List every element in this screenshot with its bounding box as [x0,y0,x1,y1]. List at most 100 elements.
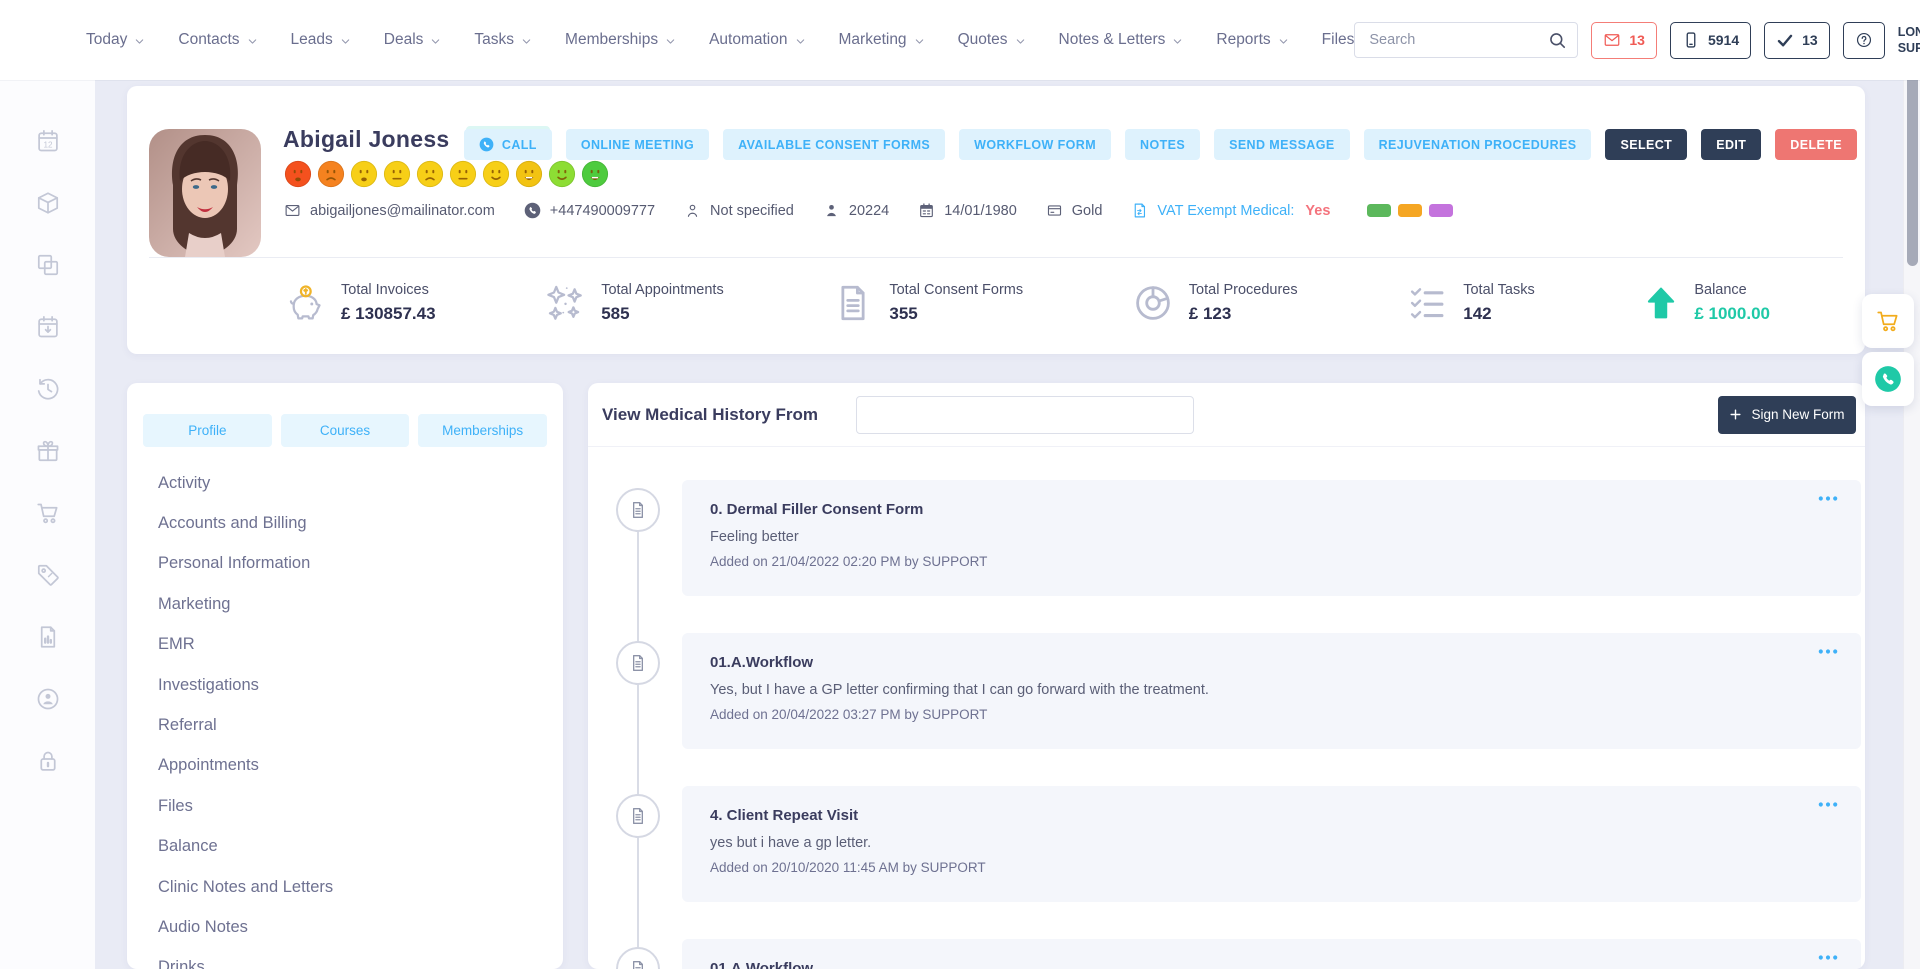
label-chip[interactable] [1429,204,1453,217]
calendar-date-icon[interactable]: 12 [35,128,61,154]
field-value: abigailjones@mailinator.com [310,203,495,219]
menu-item-referral[interactable]: Referral [158,705,553,745]
menu-item-clinic-notes-and-letters[interactable]: Clinic Notes and Letters [158,867,553,907]
nav-item-files[interactable]: Files [1322,31,1355,49]
timeline-node-icon [616,488,660,532]
timeline-entry[interactable]: 0. Dermal Filler Consent FormFeeling bet… [682,480,1861,596]
nav-item-reports[interactable]: Reports [1216,31,1288,49]
stat-label: Total Procedures [1189,282,1298,298]
more-options-icon[interactable] [1817,494,1839,503]
badge-count: 13 [1629,32,1645,48]
document-icon [832,282,874,324]
mood-10-icon[interactable] [581,160,609,188]
mood-6-icon[interactable] [449,160,477,188]
timeline-entry[interactable]: 01.A.WorkflowYes, but I have a GP letter… [682,633,1861,749]
search-input[interactable] [1369,32,1548,48]
lock-icon[interactable] [35,748,61,774]
nav-item-deals[interactable]: Deals [384,31,442,49]
nav-item-marketing[interactable]: Marketing [839,31,925,49]
mood-8-icon[interactable] [515,160,543,188]
messages-badge[interactable]: 13 [1591,22,1657,59]
tasks-badge[interactable]: 13 [1764,22,1830,59]
field-value: Gold [1072,203,1103,219]
edit-button[interactable]: EDIT [1701,129,1761,160]
menu-item-accounts-and-billing[interactable]: Accounts and Billing [158,503,553,543]
report-chart-icon[interactable] [35,624,61,650]
available-consent-forms-button[interactable]: AVAILABLE CONSENT FORMS [723,129,945,160]
medical-history-date-input[interactable] [856,396,1194,434]
timeline-entry[interactable]: 4. Client Repeat Visityes but i have a g… [682,786,1861,902]
menu-item-appointments[interactable]: Appointments [158,746,553,786]
gift-icon[interactable] [35,438,61,464]
more-options-icon[interactable] [1817,953,1839,962]
rejuvenation-procedures-button[interactable]: REJUVENATION PROCEDURES [1364,129,1592,160]
tab-memberships[interactable]: Memberships [418,414,547,447]
nav-item-contacts[interactable]: Contacts [178,31,257,49]
user-clock-icon[interactable] [35,686,61,712]
nav-item-automation[interactable]: Automation [709,31,805,49]
mood-1-icon[interactable] [284,160,312,188]
nav-item-today[interactable]: Today [86,31,145,49]
call-button[interactable]: CALL [464,129,552,160]
menu-item-activity[interactable]: Activity [158,463,553,503]
more-options-icon[interactable] [1817,800,1839,809]
cart-shortcut-button[interactable] [1862,294,1914,348]
history-icon[interactable] [35,376,61,402]
online-meeting-button[interactable]: ONLINE MEETING [566,129,709,160]
piggy-bank-icon [284,282,326,324]
notes-button[interactable]: NOTES [1125,129,1200,160]
mood-9-icon[interactable] [548,160,576,188]
call-shortcut-button[interactable] [1862,352,1914,406]
button-label: SELECT [1620,138,1672,152]
tab-courses[interactable]: Courses [281,414,410,447]
price-tag-icon[interactable] [35,562,61,588]
tab-profile[interactable]: Profile [143,414,272,447]
mobile-icon [1682,31,1700,49]
workflow-form-button[interactable]: WORKFLOW FORM [959,129,1111,160]
menu-item-drinks[interactable]: Drinks [158,948,553,969]
profile-photo[interactable] [149,129,261,257]
sms-credits-badge[interactable]: 5914 [1670,22,1751,59]
menu-item-emr[interactable]: EMR [158,625,553,665]
copy-icon[interactable] [35,252,61,278]
timeline-node-icon [616,641,660,685]
package-icon[interactable] [35,190,61,216]
label-chip[interactable] [1398,204,1422,217]
nav-item-quotes[interactable]: Quotes [958,31,1026,49]
delete-button[interactable]: DELETE [1775,129,1857,160]
field-value: 14/01/1980 [944,203,1017,219]
label-chip[interactable] [1367,204,1391,217]
nav-label: Files [1322,31,1355,49]
sign-new-form-button[interactable]: Sign New Form [1718,396,1856,434]
cart-icon[interactable] [35,500,61,526]
more-options-icon[interactable] [1817,647,1839,656]
menu-item-marketing[interactable]: Marketing [158,584,553,624]
sparkles-icon [544,282,586,324]
button-label: AVAILABLE CONSENT FORMS [738,138,930,152]
mood-2-icon[interactable] [317,160,345,188]
entry-body: Feeling better [710,529,1833,545]
search-icon[interactable] [1548,31,1567,50]
mood-4-icon[interactable] [383,160,411,188]
menu-item-investigations[interactable]: Investigations [158,665,553,705]
help-badge[interactable] [1843,22,1885,59]
nav-item-leads[interactable]: Leads [291,31,351,49]
scrollbar-track[interactable] [1903,0,1920,969]
calendar-download-icon[interactable] [35,314,61,340]
nav-item-tasks[interactable]: Tasks [474,31,532,49]
menu-item-personal-information[interactable]: Personal Information [158,544,553,584]
send-message-button[interactable]: SEND MESSAGE [1214,129,1350,160]
menu-item-balance[interactable]: Balance [158,827,553,867]
chevron-down-icon [247,36,258,47]
nav-item-notes-letters[interactable]: Notes & Letters [1059,31,1184,49]
nav-item-memberships[interactable]: Memberships [565,31,676,49]
select-button[interactable]: SELECT [1605,129,1687,160]
mood-3-icon[interactable] [350,160,378,188]
nav-label: Today [86,31,127,49]
mood-7-icon[interactable] [482,160,510,188]
menu-item-audio-notes[interactable]: Audio Notes [158,907,553,947]
timeline-entry[interactable]: 01.A.Workflow [682,939,1861,969]
scrollbar-thumb[interactable] [1907,70,1918,266]
mood-5-icon[interactable] [416,160,444,188]
menu-item-files[interactable]: Files [158,786,553,826]
